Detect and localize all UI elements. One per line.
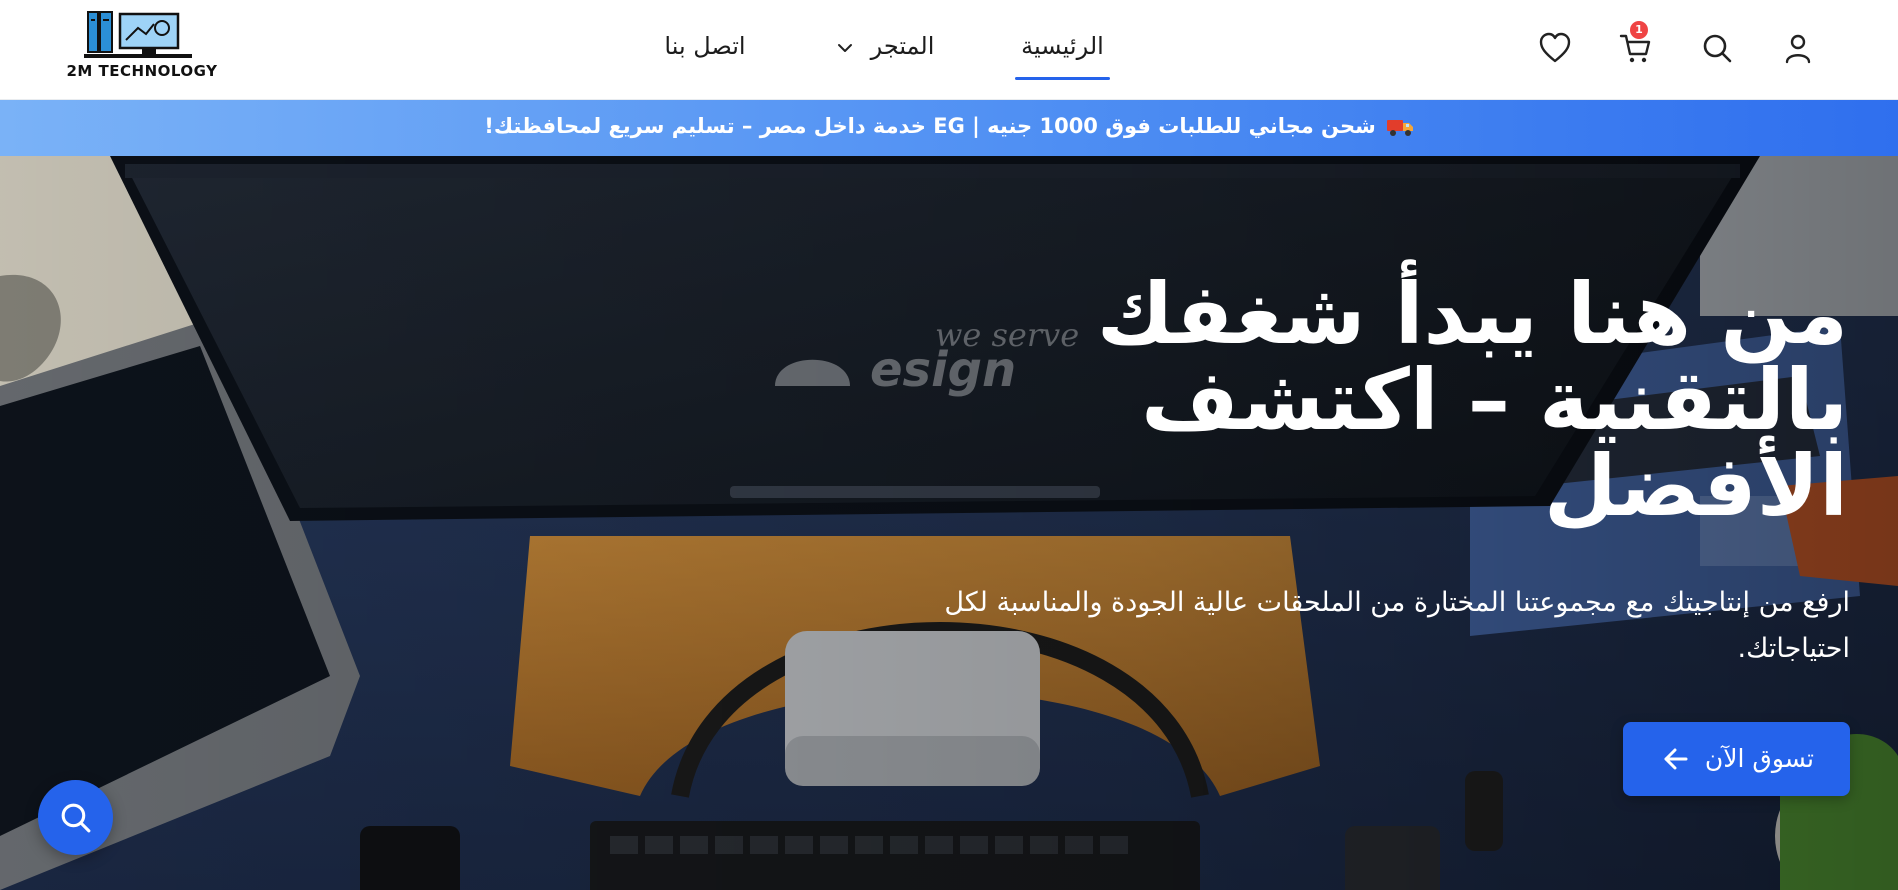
cart-count-badge: 1: [1630, 21, 1648, 39]
hero-section: we serve esign من هنا يبدأ شغفك بالتقنية…: [0, 156, 1898, 890]
search-button[interactable]: [1699, 30, 1735, 66]
user-icon: [1785, 34, 1811, 64]
floating-search-button[interactable]: [38, 780, 113, 855]
brand-name: 2M TECHNOLOGY: [66, 62, 218, 80]
promo-message: شحن مجاني للطلبات فوق 1000 جنيه | EG خدم…: [0, 114, 1898, 138]
promo-text: شحن مجاني للطلبات فوق 1000 جنيه | EG خدم…: [484, 114, 1376, 138]
shop-now-label: تسوق الآن: [1704, 744, 1814, 773]
arrow-left-icon: [1664, 748, 1688, 770]
chevron-down-icon[interactable]: [836, 41, 854, 55]
nav-contact[interactable]: اتصل بنا: [664, 32, 746, 60]
shop-now-button[interactable]: تسوق الآن: [1623, 722, 1850, 796]
nav-store[interactable]: المتجر: [870, 32, 935, 60]
hero-subtitle: ارفع من إنتاجيتك مع مجموعتنا المختارة من…: [944, 587, 1850, 664]
heart-icon: [1539, 32, 1571, 63]
computer-logo-icon: [84, 11, 192, 58]
nav-home[interactable]: الرئيسية: [1015, 32, 1110, 60]
nav-active-indicator: [1015, 77, 1110, 80]
truck-icon: [1386, 120, 1413, 136]
account-button[interactable]: [1780, 30, 1816, 66]
site-header: 2M TECHNOLOGY الرئيسية المتجر اتصل بنا 1: [0, 0, 1898, 100]
search-icon: [61, 803, 91, 833]
promo-banner: شحن مجاني للطلبات فوق 1000 جنيه | EG خدم…: [0, 100, 1898, 156]
brand-logo[interactable]: 2M TECHNOLOGY: [62, 8, 222, 84]
hero-title: من هنا يبدأ شغفك بالتقنية – اكتشف الأفضل: [1096, 265, 1848, 535]
wishlist-button[interactable]: [1537, 30, 1573, 66]
search-icon: [1703, 34, 1732, 63]
